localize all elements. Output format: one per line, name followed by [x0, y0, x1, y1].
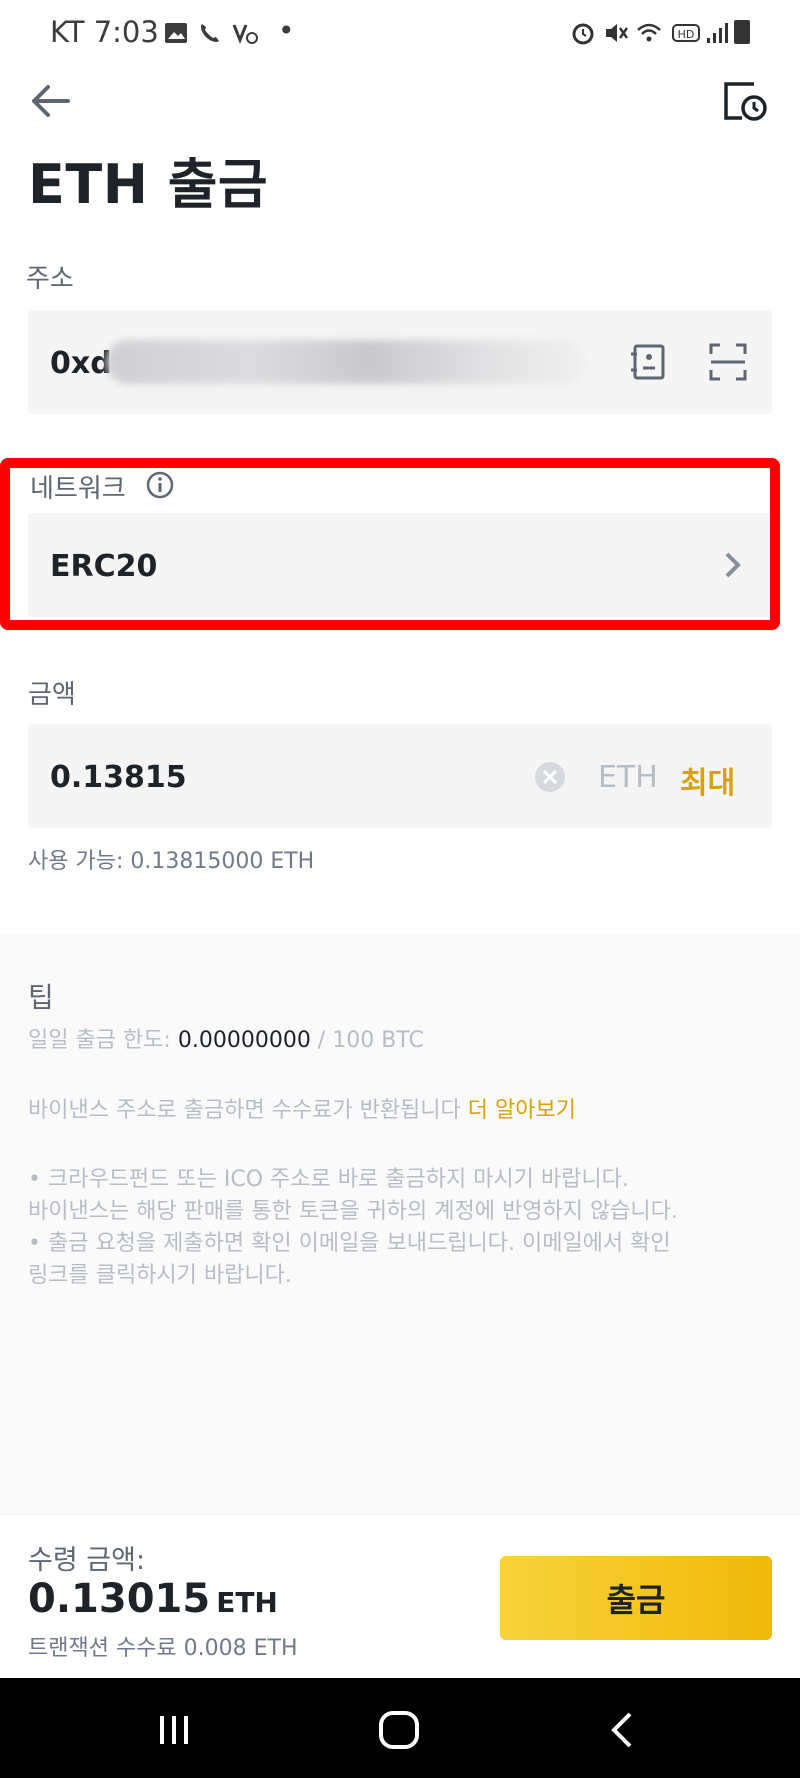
bullet-2-line-1: • 출금 요청을 제출하면 확인 이메일을 보내드립니다. 이메일에서 확인 [28, 1231, 671, 1256]
network-label: 네트워크 [30, 474, 126, 504]
recent-apps-button[interactable] [152, 1708, 196, 1752]
daily-limit-value: 0.00000000 [177, 1028, 311, 1053]
withdraw-button[interactable]: 출금 [500, 1556, 772, 1640]
mute-icon [606, 24, 629, 42]
wifi-icon [637, 23, 661, 42]
image-icon [165, 23, 187, 43]
address-field[interactable]: 0xd [28, 310, 772, 414]
battery-icon [734, 20, 750, 44]
available-balance: 사용 가능: 0.13815000 ETH [28, 849, 315, 874]
learn-more-link[interactable]: 더 알아보기 [468, 1098, 576, 1123]
history-button[interactable] [720, 76, 770, 126]
hd-icon: HD [672, 24, 700, 42]
recent-apps-icon [160, 1716, 188, 1744]
svg-text:HD: HD [678, 28, 695, 41]
network-value: ERC20 [50, 549, 158, 584]
address-label: 주소 [26, 264, 74, 294]
home-button[interactable] [377, 1708, 421, 1752]
receive-amount-value: 0.13015 [28, 1576, 211, 1622]
bullet-2-line-2: 링크를 클릭하시기 바랍니다. [28, 1263, 292, 1288]
signal-icon [707, 23, 728, 43]
amount-input[interactable]: 0.13815 [50, 760, 187, 795]
network-select[interactable]: ERC20 [28, 513, 772, 617]
daily-limit-suffix: / 100 BTC [310, 1028, 424, 1053]
tips-title: 팁 [28, 981, 54, 1014]
scan-icon[interactable] [708, 342, 748, 382]
wifi-call-icon [201, 24, 219, 42]
receive-amount: 0.13015 ETH [28, 1576, 278, 1622]
receive-label: 수령 금액: [28, 1545, 146, 1576]
chevron-left-icon [611, 1712, 632, 1748]
home-icon [379, 1711, 419, 1749]
back-button[interactable] [26, 76, 76, 126]
address-book-icon[interactable] [628, 342, 668, 382]
transaction-fee: 트랜잭션 수수료 0.008 ETH [28, 1636, 298, 1661]
nav-back-button[interactable] [602, 1708, 646, 1752]
daily-limit: 일일 출금 한도: 0.00000000 / 100 BTC [28, 1025, 424, 1057]
carrier-time: KT 7:03 [50, 15, 159, 49]
history-icon [724, 82, 767, 121]
bullet-1-line-1: • 크라우드펀드 또는 ICO 주소로 바로 출금하지 마시기 바랍니다. [28, 1167, 629, 1192]
tips-bullets: • 크라우드펀드 또는 ICO 주소로 바로 출금하지 마시기 바랍니다. 바이… [28, 1164, 678, 1292]
volte-icon [232, 24, 258, 45]
info-icon[interactable] [145, 470, 175, 500]
amount-field[interactable]: 0.13815 ETH 최대 [28, 724, 772, 828]
refund-note: 바이낸스 주소로 출금하면 수수료가 반환됩니다 더 알아보기 [28, 1095, 576, 1127]
clear-icon[interactable] [534, 761, 566, 793]
status-bar: KT 7:03 • HD [0, 0, 800, 70]
bullet-1-line-2: 바이낸스는 해당 판매를 통한 토큰을 귀하의 계정에 반영하지 않습니다. [28, 1199, 678, 1224]
arrow-left-icon [32, 85, 70, 117]
amount-label: 금액 [28, 680, 76, 710]
notification-dot: • [278, 14, 295, 47]
address-value: 0xd [50, 346, 112, 381]
address-redacted [106, 340, 586, 384]
refund-text: 바이낸스 주소로 출금하면 수수료가 반환됩니다 [28, 1098, 468, 1123]
page-title: ETH 출금 [28, 153, 269, 216]
chevron-right-icon [725, 552, 741, 578]
amount-unit: ETH [598, 760, 658, 795]
navigation-bar [0, 1678, 800, 1778]
receive-unit: ETH [216, 1586, 278, 1619]
max-button[interactable]: 최대 [680, 758, 735, 802]
alarm-icon [572, 23, 594, 45]
daily-limit-label: 일일 출금 한도: [28, 1028, 178, 1053]
